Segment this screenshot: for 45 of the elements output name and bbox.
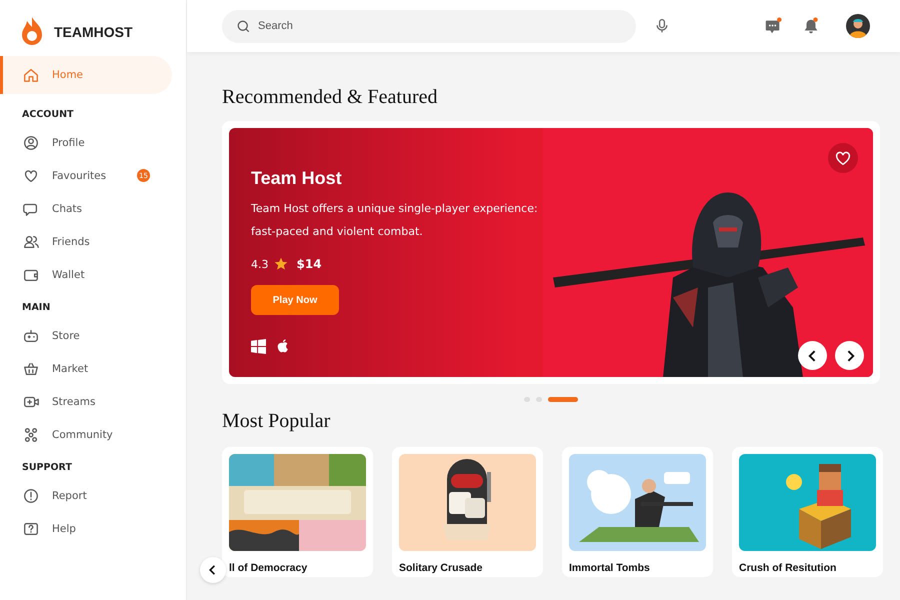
windows-icon <box>251 339 266 354</box>
card-title: Crush of Resitution <box>739 562 838 574</box>
section-heading: SUPPORT <box>21 461 73 475</box>
heart-icon <box>834 149 852 167</box>
chat-icon[interactable] <box>764 17 782 35</box>
avatar[interactable] <box>846 14 870 38</box>
home-icon <box>22 66 40 84</box>
sidebar-item[interactable]: Report <box>0 479 172 512</box>
sidebar-item[interactable]: Community <box>0 418 172 451</box>
search-field[interactable]: Search <box>222 10 636 42</box>
apple-icon <box>276 339 290 354</box>
favourite-button[interactable] <box>828 143 858 173</box>
section-heading: MAIN <box>21 301 52 315</box>
flame-logo-icon <box>20 16 44 46</box>
card-title: Immortal Tombs <box>569 562 651 574</box>
rating: 4.3 <box>251 258 268 270</box>
microphone-icon[interactable] <box>654 18 670 34</box>
search-icon <box>236 18 251 34</box>
previous-button[interactable] <box>200 557 226 583</box>
section-heading: ACCOUNT <box>21 108 75 122</box>
star-icon <box>274 257 288 271</box>
card-title: ll of Democracy <box>229 562 308 574</box>
card-title: Solitary Crusade <box>399 562 484 574</box>
game-card[interactable]: ll of Democracy <box>222 447 373 577</box>
community-icon <box>22 426 40 444</box>
game-card[interactable]: Immortal Tombs <box>562 447 713 577</box>
report-icon <box>22 486 40 504</box>
sidebar-item[interactable]: Chats <box>0 192 172 225</box>
sidebar-item[interactable]: Wallet <box>0 258 172 291</box>
game-title: Team Host <box>251 168 343 189</box>
sidebar-item[interactable]: Store <box>0 319 172 352</box>
game-description: Team Host offers a unique single-player experience: fast-paced and violent combat. <box>251 201 539 240</box>
sidebar-item[interactable]: Streams <box>0 385 172 418</box>
bell-icon[interactable] <box>802 17 820 35</box>
game-card[interactable]: Solitary Crusade <box>392 447 543 577</box>
sidebar-item[interactable]: Profile <box>0 126 172 159</box>
profile-icon <box>22 134 40 152</box>
section-title: Most Popular <box>222 410 332 433</box>
brand-name: TEAMHOST <box>54 24 133 40</box>
price: $14 <box>296 257 322 271</box>
section-title: Recommended & Featured <box>222 86 438 109</box>
game-card[interactable]: Crush of Resitution <box>732 447 883 577</box>
sidebar-item[interactable]: Help <box>0 512 172 545</box>
sidebar-item[interactable]: Friends <box>0 225 172 258</box>
sidebar-item[interactable]: Market <box>0 352 172 385</box>
